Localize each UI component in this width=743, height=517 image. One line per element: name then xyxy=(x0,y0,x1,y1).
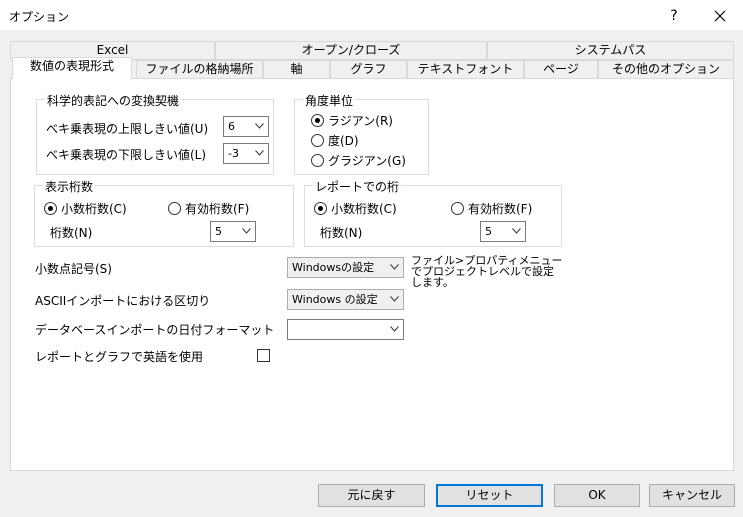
radio-radian-label: ラジアン(R) xyxy=(328,114,393,128)
radio-grad[interactable]: グラジアン(G) xyxy=(311,152,406,169)
ascii-separator-value: Windows の設定 xyxy=(292,293,378,306)
radio-indicator xyxy=(311,134,324,147)
decimal-symbol-value: Windowsの設定 xyxy=(292,261,375,274)
report-significant-radio[interactable]: 有効桁数(F) xyxy=(451,200,532,217)
window-title: オプション xyxy=(9,10,70,24)
decimal-symbol-note: ファイル>プロパティメニュー でプロジェクトレベルで設定 します。 xyxy=(411,255,563,288)
chevron-down-icon xyxy=(390,326,399,332)
report-decimal-radio[interactable]: 小数桁数(C) xyxy=(314,200,397,217)
english-checkbox[interactable] xyxy=(257,349,270,362)
title-bar: オプション ? xyxy=(0,0,743,31)
radio-grad-label: グラジアン(G) xyxy=(328,154,406,168)
help-button[interactable]: ? xyxy=(651,0,697,31)
radio-indicator xyxy=(168,202,181,215)
tab-panel: 科学的表記への変換契機 べキ乗表現の上限しきい値(U) 6 べキ乗表現の下限しき… xyxy=(10,78,734,471)
upper-threshold-label: べキ乗表現の上限しきい値(U) xyxy=(46,122,209,136)
display-digits-group: 表示桁数 小数桁数(C) 有効桁数(F) 桁数(N) 5 xyxy=(34,178,294,247)
lower-threshold-select[interactable]: -3 xyxy=(223,143,269,164)
chevron-down-icon xyxy=(255,150,264,156)
close-icon xyxy=(714,10,726,21)
tab-graph[interactable]: グラフ xyxy=(330,60,407,79)
close-button[interactable] xyxy=(697,0,743,31)
reset-button[interactable]: リセット xyxy=(436,484,543,507)
chevron-down-icon xyxy=(390,264,399,270)
english-label: レポートとグラフで英語を使用 xyxy=(35,350,204,364)
chevron-down-icon xyxy=(255,123,264,129)
upper-threshold-select[interactable]: 6 xyxy=(223,116,269,137)
report-digits-label: 桁数(N) xyxy=(320,226,363,240)
report-decimal-label: 小数桁数(C) xyxy=(331,202,397,216)
ascii-separator-label: ASCIIインポートにおける区切り xyxy=(35,294,211,308)
radio-radian[interactable]: ラジアン(R) xyxy=(311,112,393,129)
display-digits-label: 桁数(N) xyxy=(50,226,93,240)
revert-button[interactable]: 元に戻す xyxy=(318,484,425,507)
tab-page[interactable]: ページ xyxy=(524,60,598,79)
display-digits-select[interactable]: 5 xyxy=(210,221,256,242)
tab-text-font[interactable]: テキストフォント xyxy=(407,60,524,79)
decimal-symbol-label: 小数点記号(S) xyxy=(35,262,112,276)
radio-indicator xyxy=(44,202,57,215)
angle-unit-group: 角度単位 ラジアン(R) 度(D) グラジアン(G) xyxy=(294,92,429,175)
radio-degree[interactable]: 度(D) xyxy=(311,132,359,149)
report-digits-title: レポートでの桁 xyxy=(313,178,402,195)
sci-notation-title: 科学的表記への変換契機 xyxy=(45,92,182,109)
report-digits-select[interactable]: 5 xyxy=(480,221,526,242)
radio-indicator xyxy=(311,154,324,167)
tab-system-path[interactable]: システムパス xyxy=(487,41,734,60)
report-digits-group: レポートでの桁 小数桁数(C) 有効桁数(F) 桁数(N) 5 xyxy=(304,178,562,247)
radio-indicator xyxy=(314,202,327,215)
ok-button[interactable]: OK xyxy=(554,484,640,507)
db-date-format-select[interactable] xyxy=(287,319,404,340)
db-date-format-label: データベースインポートの日付フォーマット xyxy=(35,323,275,337)
tab-number-format[interactable]: 数値の表現形式 xyxy=(12,57,132,79)
tab-file-locations[interactable]: ファイルの格納場所 xyxy=(136,60,263,79)
chevron-down-icon xyxy=(390,296,399,302)
chevron-down-icon xyxy=(512,228,521,234)
radio-degree-label: 度(D) xyxy=(328,134,359,148)
decimal-symbol-select[interactable]: Windowsの設定 xyxy=(287,257,404,278)
radio-indicator xyxy=(311,114,324,127)
upper-threshold-value: 6 xyxy=(228,120,235,133)
cancel-button[interactable]: キャンセル xyxy=(649,484,735,507)
display-digits-value: 5 xyxy=(215,225,222,238)
radio-indicator xyxy=(451,202,464,215)
display-significant-radio[interactable]: 有効桁数(F) xyxy=(168,200,249,217)
note-line-3: します。 xyxy=(411,276,454,289)
report-digits-value: 5 xyxy=(485,225,492,238)
angle-unit-title: 角度単位 xyxy=(303,92,356,109)
display-significant-label: 有効桁数(F) xyxy=(185,202,250,216)
display-digits-title: 表示桁数 xyxy=(43,178,96,195)
display-decimal-radio[interactable]: 小数桁数(C) xyxy=(44,200,127,217)
lower-threshold-label: べキ乗表現の下限しきい値(L) xyxy=(46,148,207,162)
display-decimal-label: 小数桁数(C) xyxy=(61,202,127,216)
chevron-down-icon xyxy=(242,228,251,234)
ascii-separator-select[interactable]: Windows の設定 xyxy=(287,289,404,310)
tab-other-options[interactable]: その他のオプション xyxy=(598,60,734,79)
sci-notation-group: 科学的表記への変換契機 べキ乗表現の上限しきい値(U) 6 べキ乗表現の下限しき… xyxy=(36,92,274,175)
report-significant-label: 有効桁数(F) xyxy=(468,202,533,216)
tab-axis[interactable]: 軸 xyxy=(263,60,330,79)
lower-threshold-value: -3 xyxy=(228,147,239,160)
tab-open-close[interactable]: オープン/クローズ xyxy=(215,41,487,60)
